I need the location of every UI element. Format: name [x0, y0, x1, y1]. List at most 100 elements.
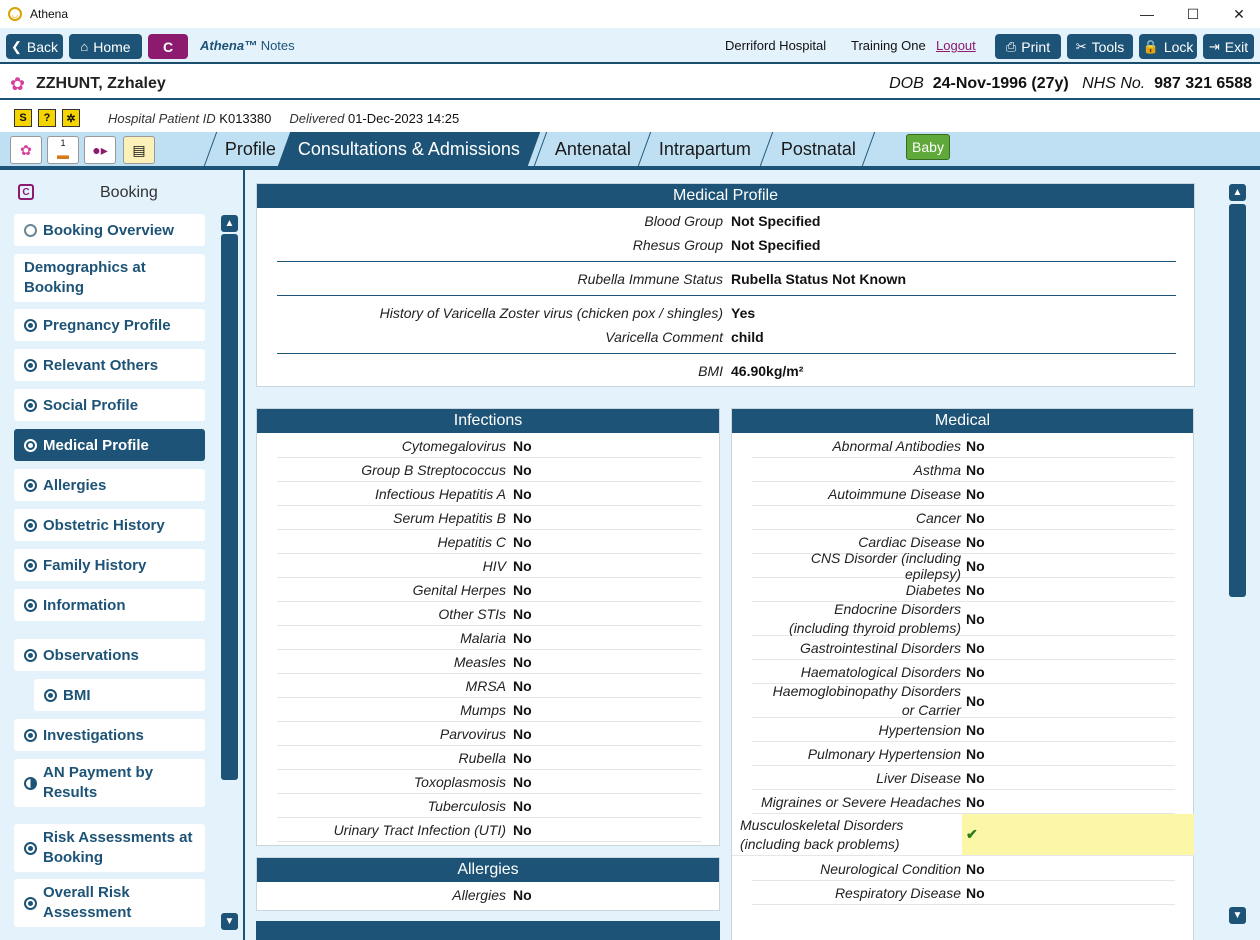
- sidebar-item-observations[interactable]: Observations: [14, 639, 205, 671]
- medical-row: Abnormal Antibodies No: [752, 434, 1175, 458]
- medical-row: Haemoglobinopathy Disorders or Carrier No: [752, 683, 1175, 718]
- maximize-button[interactable]: ☐: [1170, 0, 1216, 28]
- exit-icon: ⇥: [1208, 38, 1220, 54]
- medication-count: 1: [60, 138, 66, 148]
- tab-postnatal[interactable]: Postnatal: [759, 132, 877, 166]
- status-filled-icon: [24, 518, 37, 532]
- medical-row: Hypertension No: [752, 718, 1175, 742]
- alert-flag-question-icon[interactable]: ?: [38, 109, 56, 127]
- sidebar-item-social-profile[interactable]: Social Profile: [14, 389, 205, 421]
- alert-flag-s-icon[interactable]: S: [14, 109, 32, 127]
- hpid-value: K013380: [219, 111, 272, 126]
- sidebar-item-allergies[interactable]: Allergies: [14, 469, 205, 501]
- field-value: No: [513, 821, 532, 838]
- flower-tool-icon[interactable]: ✿: [10, 136, 42, 164]
- exit-button[interactable]: ⇥ Exit: [1203, 34, 1254, 59]
- home-label: Home: [93, 38, 131, 55]
- tab-consultations-admissions[interactable]: Consultations & Admissions: [277, 132, 541, 166]
- print-button[interactable]: ⎙ Print: [995, 34, 1061, 59]
- field-row: Varicella Comment child: [277, 325, 1177, 349]
- sidebar-item-label: Obstetric History: [43, 516, 165, 534]
- sidebar-item-overall-risk[interactable]: Overall Risk Assessment: [14, 879, 205, 927]
- home-button[interactable]: ⌂ Home: [69, 34, 142, 59]
- sidebar-item-investigations[interactable]: Investigations: [14, 719, 205, 751]
- brand-name: Athena™: [200, 38, 258, 53]
- medication-tool-icon[interactable]: 1 ▬: [47, 136, 79, 164]
- sidebar-item-relevant-others[interactable]: Relevant Others: [14, 349, 205, 381]
- infection-row: Toxoplasmosis No: [277, 770, 702, 794]
- field-label: Toxoplasmosis: [413, 773, 506, 790]
- sidebar-item-label: Family History: [43, 556, 147, 574]
- notes-tool-icon[interactable]: ▤: [123, 136, 155, 164]
- status-filled-icon: [24, 358, 37, 372]
- field-value: No: [513, 509, 532, 526]
- alert-flag-virus-icon[interactable]: ✲: [62, 109, 80, 127]
- checkmark-icon: ✔: [962, 814, 1194, 855]
- infection-row: Measles No: [277, 650, 702, 674]
- sidebar-item-family-history[interactable]: Family History: [14, 549, 205, 581]
- sidebar-item-booking-overview[interactable]: Booking Overview: [14, 214, 205, 246]
- dob-label: DOB: [889, 75, 924, 92]
- sidebar-item-information[interactable]: Information: [14, 589, 205, 621]
- field-row: Rubella Immune Status Rubella Status Not …: [277, 267, 1177, 291]
- field-label: Serum Hepatitis B: [393, 509, 506, 526]
- medical-row: Musculoskeletal Disorders (including bac…: [732, 814, 1194, 856]
- sidebar-item-obstetric-history[interactable]: Obstetric History: [14, 509, 205, 541]
- infection-row: Cytomegalovirus No: [277, 434, 702, 458]
- patient-name: ZZHUNT, Zzhaley: [36, 75, 166, 92]
- medical-row: Cancer No: [752, 506, 1175, 530]
- field-label: CNS Disorder (including epilepsy): [810, 549, 961, 582]
- tools-button[interactable]: ✂ Tools: [1067, 34, 1133, 59]
- baby-button[interactable]: Baby: [906, 134, 950, 160]
- field-label: Varicella Comment: [605, 329, 723, 345]
- sidebar-item-medical-profile[interactable]: Medical Profile: [14, 429, 205, 461]
- main-scroll-up-button[interactable]: ▲: [1229, 184, 1246, 201]
- sidebar-scroll-down-button[interactable]: ▼: [221, 913, 238, 930]
- back-button[interactable]: ❮ Back: [6, 34, 63, 59]
- sidebar-item-an-payment[interactable]: AN Payment by Results: [14, 759, 205, 807]
- field-value: No: [513, 605, 532, 622]
- field-label: Group B Streptococcus: [361, 461, 506, 478]
- field-label: Urinary Tract Infection (UTI): [333, 821, 506, 838]
- medical-row: Asthma No: [752, 458, 1175, 482]
- patient-banner: ✿ ZZHUNT, Zzhaley DOB 24-Nov-1996 (27y) …: [0, 66, 1260, 100]
- infection-row: Other STIs No: [277, 602, 702, 626]
- field-label: Rhesus Group: [632, 237, 723, 253]
- tab-antenatal[interactable]: Antenatal: [533, 132, 652, 166]
- field-row: Blood Group Not Specified: [277, 209, 1177, 233]
- tab-antenatal-label: Antenatal: [555, 138, 632, 159]
- c-button[interactable]: C: [148, 34, 188, 59]
- sidebar-scroll-up-button[interactable]: ▲: [221, 215, 238, 232]
- tab-intrapartum[interactable]: Intrapartum: [637, 132, 772, 166]
- status-filled-icon: [24, 478, 37, 492]
- tab-consultations-label: Consultations & Admissions: [298, 138, 521, 159]
- field-value: No: [966, 485, 985, 502]
- sidebar-item-pregnancy-profile[interactable]: Pregnancy Profile: [14, 309, 205, 341]
- infection-row: Tuberculosis No: [277, 794, 702, 818]
- person-play-tool-icon[interactable]: ●▸: [84, 136, 116, 164]
- field-value: No: [513, 557, 532, 574]
- sidebar-scroll-thumb[interactable]: [221, 234, 238, 780]
- field-value: No: [513, 773, 532, 790]
- minimize-button[interactable]: —: [1124, 0, 1170, 28]
- logout-link[interactable]: Logout: [936, 38, 976, 53]
- field-value: No: [513, 677, 532, 694]
- main-area: C Booking Booking Overview Demographics …: [0, 170, 1260, 940]
- sidebar-item-risk-assessments[interactable]: Risk Assessments at Booking: [14, 824, 205, 872]
- main-scroll-down-button[interactable]: ▼: [1229, 907, 1246, 924]
- status-filled-icon: [24, 438, 37, 452]
- field-value: Not Specified: [731, 213, 821, 229]
- main-scroll-thumb[interactable]: [1229, 204, 1246, 597]
- sidebar-title: Booking: [100, 184, 158, 201]
- sidebar-item-bmi[interactable]: BMI: [34, 679, 205, 711]
- delivered-label: Delivered: [289, 111, 345, 126]
- brand-notes: Notes: [260, 38, 295, 53]
- lock-button[interactable]: 🔒 Lock: [1139, 34, 1197, 59]
- close-button[interactable]: ✕: [1216, 0, 1260, 28]
- sidebar-item-label: BMI: [63, 686, 91, 704]
- infections-heading: Infections: [257, 409, 719, 433]
- sidebar-item-label: Booking Overview: [43, 221, 174, 239]
- status-filled-icon: [24, 841, 37, 855]
- medical-row: Endocrine Disorders (including thyroid p…: [752, 601, 1175, 636]
- sidebar-item-demographics[interactable]: Demographics at Booking: [14, 254, 205, 302]
